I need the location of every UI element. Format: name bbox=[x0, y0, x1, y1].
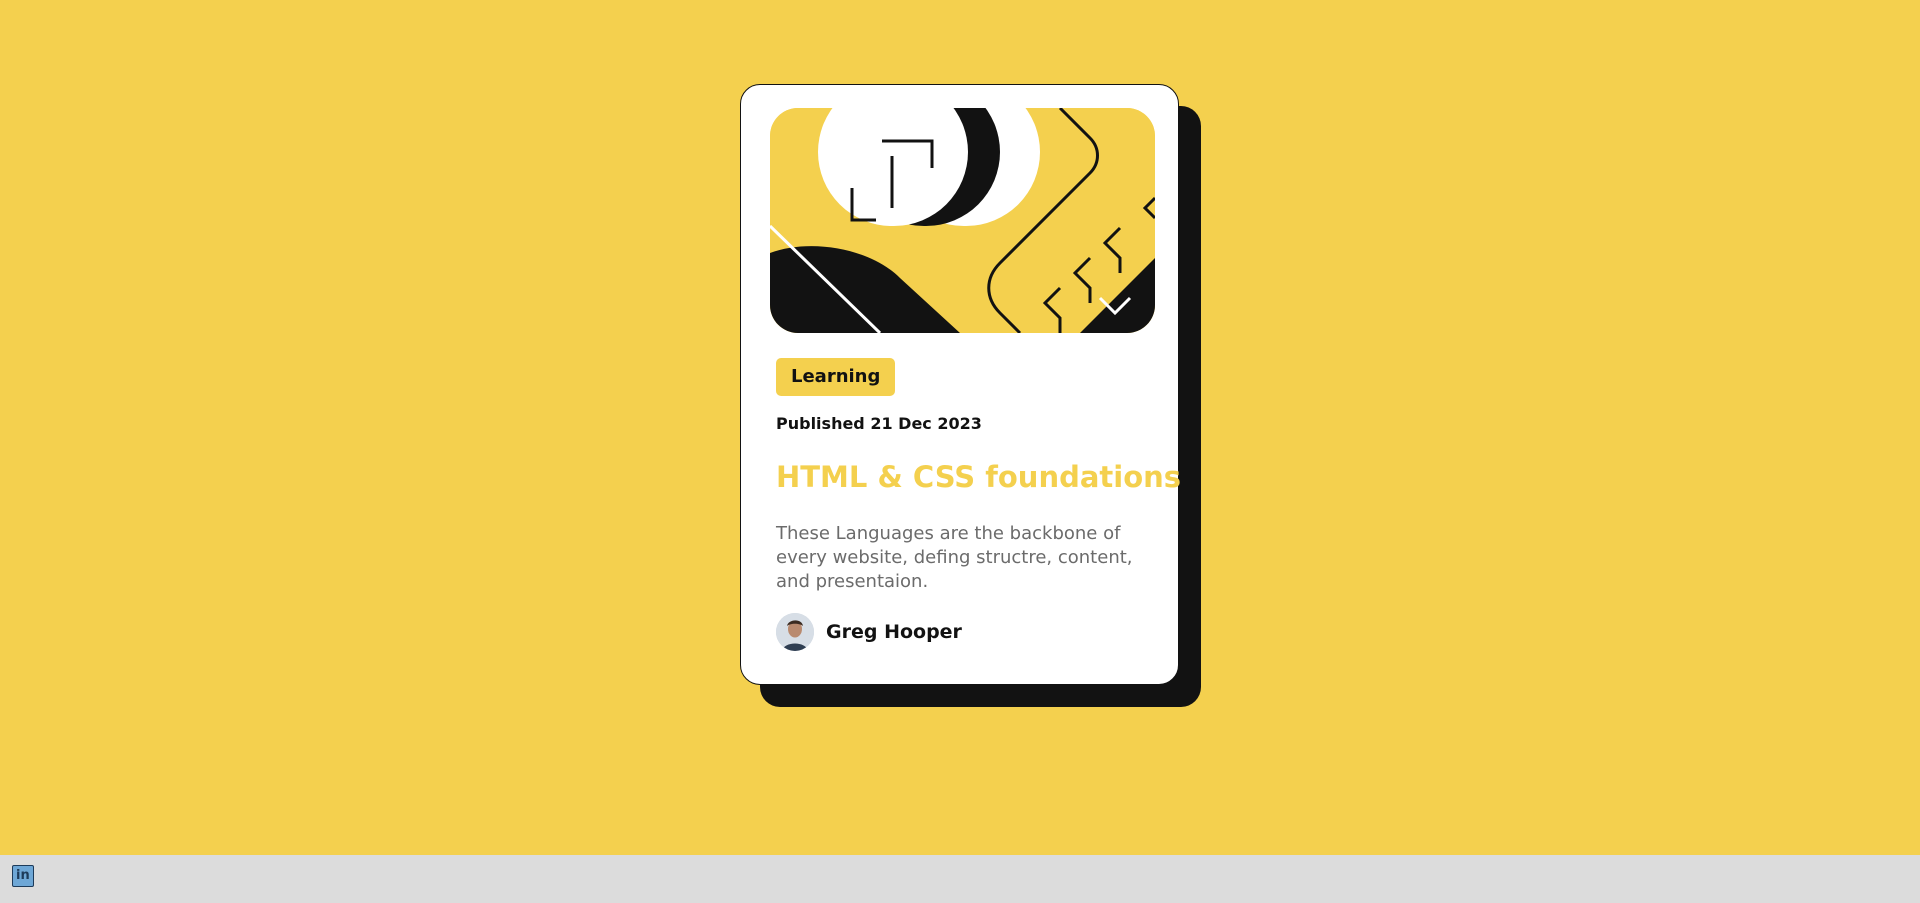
card-description: These Languages are the backbone of ever… bbox=[776, 523, 1133, 592]
author: Greg Hooper bbox=[776, 613, 962, 651]
hero-illustration bbox=[770, 108, 1155, 333]
published-date: Published 21 Dec 2023 bbox=[776, 414, 982, 433]
author-name: Greg Hooper bbox=[826, 621, 962, 643]
bottom-bar bbox=[0, 855, 1920, 903]
avatar bbox=[776, 613, 814, 651]
card-title[interactable]: HTML & CSS foundations bbox=[776, 460, 1181, 494]
linkedin-glyph: in bbox=[16, 868, 30, 883]
category-tag: Learning bbox=[776, 358, 896, 396]
linkedin-icon[interactable]: in bbox=[12, 865, 34, 887]
blog-preview-card: Learning Published 21 Dec 2023 HTML & CS… bbox=[740, 84, 1181, 685]
